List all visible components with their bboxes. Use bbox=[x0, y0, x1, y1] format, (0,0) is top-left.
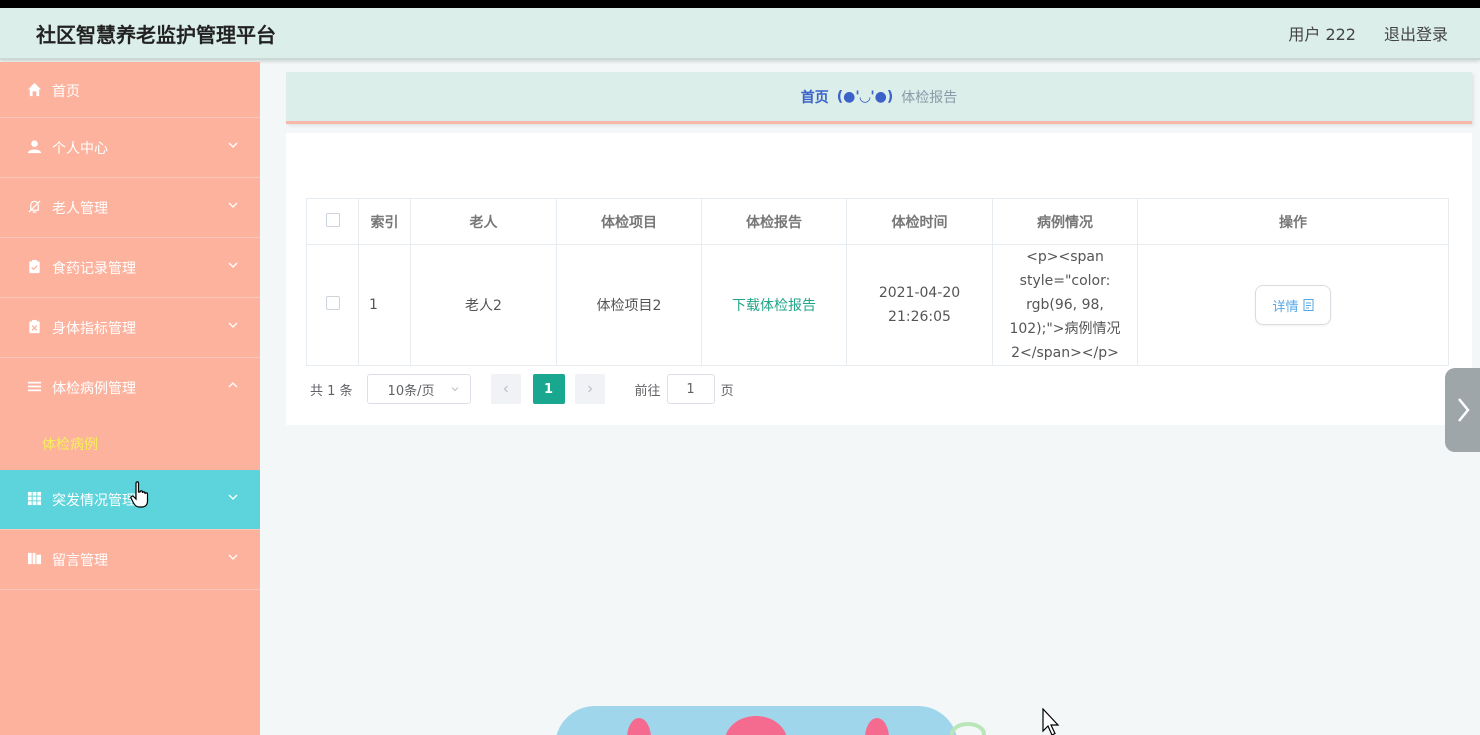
sidebar-item-label: 首页 bbox=[52, 84, 80, 100]
row-select-cell bbox=[306, 244, 359, 366]
sidebar-item-label: 老人管理 bbox=[52, 201, 108, 217]
sidebar-item-personal-center[interactable]: 个人中心 bbox=[0, 118, 260, 178]
app-title: 社区智慧养老监护管理平台 bbox=[36, 23, 276, 47]
detail-button[interactable]: 详情 bbox=[1255, 285, 1331, 325]
breadcrumb-separator: (●'◡'●) bbox=[836, 88, 894, 105]
pagination: 共 1 条 10条/页 1 前往 1 页 bbox=[310, 374, 734, 404]
row-checkbox[interactable] bbox=[325, 296, 340, 310]
decorative-circle bbox=[950, 722, 986, 735]
select-all-cell bbox=[306, 198, 359, 245]
next-page-button[interactable] bbox=[574, 374, 605, 404]
column-header-index: 索引 bbox=[358, 198, 411, 245]
chevron-down-icon bbox=[228, 554, 238, 560]
goto-page-input[interactable]: 1 bbox=[666, 374, 715, 404]
page-size-value: 10条/页 bbox=[387, 383, 435, 399]
sidebar-item-label: 身体指标管理 bbox=[52, 321, 136, 337]
content-card: 索引 老人 体检项目 体检报告 体检时间 病例情况 操作 1 老人2 体检项目2… bbox=[286, 133, 1472, 425]
goto-label: 前往 bbox=[634, 383, 661, 399]
mascot-ear-left bbox=[627, 718, 651, 735]
sidebar: 首页 个人中心 老人管理 食药记录管理 身体指标管理 体检病例管理 体检病例 突… bbox=[0, 62, 260, 735]
page-number-current[interactable]: 1 bbox=[532, 374, 565, 404]
arrow-cursor-icon bbox=[1042, 708, 1060, 735]
chevron-down-icon bbox=[228, 262, 238, 268]
sidebar-item-message-management[interactable]: 留言管理 bbox=[0, 530, 260, 590]
hand-pointer-cursor-icon bbox=[130, 481, 149, 508]
sidebar-item-food-medicine-records[interactable]: 食药记录管理 bbox=[0, 238, 260, 298]
cell-report: 下载体检报告 bbox=[701, 244, 847, 366]
submenu-item-checkup-case[interactable]: 体检病例 bbox=[0, 418, 260, 470]
page-size-select[interactable]: 10条/页 bbox=[366, 374, 471, 404]
breadcrumb-home-link[interactable]: 首页 bbox=[801, 87, 829, 107]
sidebar-item-label: 食药记录管理 bbox=[52, 261, 136, 277]
sidebar-item-elder-management[interactable]: 老人管理 bbox=[0, 178, 260, 238]
sidebar-item-label: 体检病例管理 bbox=[52, 381, 136, 397]
download-report-link[interactable]: 下载体检报告 bbox=[732, 298, 816, 314]
sidebar-item-home[interactable]: 首页 bbox=[0, 62, 260, 118]
bell-off-icon bbox=[26, 198, 42, 214]
clipboard-x-icon bbox=[26, 318, 42, 334]
cell-case-status: <p><span style="color: rgb(96, 98, 102);… bbox=[992, 244, 1138, 366]
clipboard-check-icon bbox=[26, 258, 42, 274]
mascot-ear-right bbox=[865, 718, 889, 735]
top-black-strip bbox=[0, 0, 1480, 8]
app-header: 社区智慧养老监护管理平台 用户 222 退出登录 bbox=[0, 8, 1480, 60]
mascot-widget[interactable] bbox=[555, 706, 958, 735]
sidebar-item-body-indicators[interactable]: 身体指标管理 bbox=[0, 298, 260, 358]
pagination-total: 共 1 条 bbox=[310, 383, 353, 399]
cell-checkup-item: 体检项目2 bbox=[556, 244, 702, 366]
breadcrumb: 首页 (●'◡'●) 体检报告 bbox=[286, 72, 1472, 124]
chevron-up-icon bbox=[228, 382, 238, 388]
table-row: 1 老人2 体检项目2 下载体检报告 2021-04-20 21:26:05 <… bbox=[306, 244, 1449, 366]
logout-link[interactable]: 退出登录 bbox=[1384, 21, 1448, 45]
chevron-right-icon bbox=[1457, 398, 1470, 422]
chevron-left-icon bbox=[503, 385, 508, 393]
user-icon bbox=[26, 138, 42, 154]
prev-page-button[interactable] bbox=[490, 374, 521, 404]
current-user: 用户 222 bbox=[1288, 25, 1356, 44]
column-header-checkup-time: 体检时间 bbox=[846, 198, 993, 245]
sidebar-item-label: 个人中心 bbox=[52, 141, 108, 157]
side-expand-tab[interactable] bbox=[1445, 368, 1480, 452]
breadcrumb-current: 体检报告 bbox=[901, 89, 958, 106]
list-icon bbox=[26, 378, 42, 394]
chevron-down-icon bbox=[451, 387, 458, 392]
book-icon bbox=[26, 550, 42, 566]
chevron-down-icon bbox=[228, 202, 238, 208]
table-header-row: 索引 老人 体检项目 体检报告 体检时间 病例情况 操作 bbox=[306, 198, 1449, 245]
column-header-elder: 老人 bbox=[410, 198, 557, 245]
select-all-checkbox[interactable] bbox=[325, 212, 340, 227]
chevron-down-icon bbox=[228, 322, 238, 328]
sidebar-item-checkup-cases[interactable]: 体检病例管理 bbox=[0, 358, 260, 418]
submenu-item-label: 体检病例 bbox=[42, 437, 98, 453]
chevron-down-icon bbox=[228, 142, 238, 148]
cell-actions: 详情 bbox=[1137, 244, 1449, 366]
detail-button-label: 详情 bbox=[1272, 299, 1299, 315]
chevron-down-icon bbox=[228, 494, 238, 500]
document-icon bbox=[1303, 299, 1313, 311]
cell-elder: 老人2 bbox=[410, 244, 557, 366]
sidebar-item-label: 突发情况管理 bbox=[52, 493, 136, 509]
cell-index: 1 bbox=[358, 244, 411, 366]
column-header-case-status: 病例情况 bbox=[992, 198, 1138, 245]
grid-icon bbox=[26, 490, 42, 506]
checkup-report-table: 索引 老人 体检项目 体检报告 体检时间 病例情况 操作 1 老人2 体检项目2… bbox=[306, 198, 1449, 366]
home-icon bbox=[26, 81, 42, 97]
column-header-checkup-item: 体检项目 bbox=[556, 198, 702, 245]
page-suffix: 页 bbox=[720, 383, 734, 399]
sidebar-item-label: 留言管理 bbox=[52, 553, 108, 569]
cell-checkup-time: 2021-04-20 21:26:05 bbox=[846, 244, 993, 366]
column-header-actions: 操作 bbox=[1137, 198, 1449, 245]
column-header-checkup-report: 体检报告 bbox=[701, 198, 847, 245]
chevron-right-icon bbox=[587, 385, 592, 393]
mascot-face bbox=[725, 716, 787, 735]
